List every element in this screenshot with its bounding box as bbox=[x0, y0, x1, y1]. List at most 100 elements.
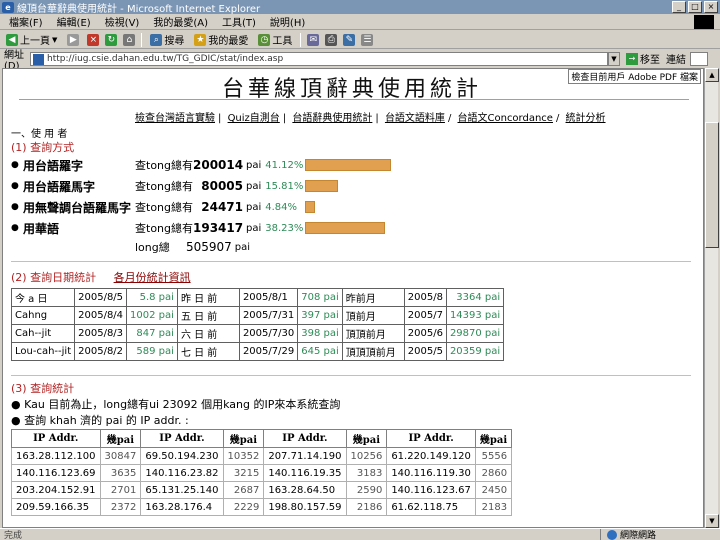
links-label[interactable]: 連結 bbox=[666, 51, 686, 66]
print-icon[interactable]: ⎙ bbox=[325, 33, 338, 46]
section-label: 一、使 用 者 bbox=[11, 129, 68, 140]
vertical-scrollbar[interactable]: ▲ ▼ bbox=[704, 68, 719, 528]
ip-table-cell: 2860 bbox=[474, 464, 513, 482]
address-dropdown-icon[interactable]: ▼ bbox=[608, 51, 620, 66]
usage-name: 用無聲調台語羅馬字 bbox=[23, 200, 132, 215]
bullet-icon: ● bbox=[11, 181, 19, 191]
discuss-icon[interactable]: ☰ bbox=[361, 33, 374, 46]
date-stats-cell: 3364 pai bbox=[445, 288, 505, 307]
forward-button[interactable]: ▶ bbox=[65, 33, 81, 46]
nav-link-5[interactable]: 台語文Concordance bbox=[458, 113, 553, 124]
nav-links: 檢查台灣語言實驗 | Quiz自測台 | 台語辭典使用統計 | 台語文語料庫 / 台語文… bbox=[135, 113, 606, 124]
date-stats-cell: 645 pai bbox=[297, 342, 343, 361]
address-input[interactable]: http://iug.csie.dahan.edu.tw/TG_GDIC/sta… bbox=[30, 51, 608, 66]
date-stats-cell: 2005/8/5 bbox=[74, 288, 128, 307]
query-summary-text: Kau 目前為止，long總有ui 23092 個用kang 的IP來本系統查詢 bbox=[24, 398, 341, 411]
usage-text: 查tong總有 bbox=[135, 201, 193, 214]
title-divider bbox=[19, 99, 689, 100]
nav-link-3[interactable]: 台語辭典使用統計 bbox=[292, 113, 372, 124]
monthly-stats-link[interactable]: 各月份統計資訊 bbox=[114, 271, 191, 284]
search-button[interactable]: ⌕ 搜尋 bbox=[148, 32, 186, 47]
favorites-label: 我的最愛 bbox=[208, 36, 249, 47]
maximize-button[interactable]: □ bbox=[688, 1, 702, 13]
menu-file[interactable]: 檔案(F) bbox=[4, 14, 48, 29]
ip-table-cell: 10352 bbox=[222, 447, 265, 465]
status-zone-text: 網際網路 bbox=[620, 531, 657, 540]
ip-table-cell: 61.62.118.75 bbox=[386, 498, 476, 516]
close-button[interactable]: × bbox=[704, 1, 718, 13]
ip-table-cell: 140.116.19.35 bbox=[263, 464, 347, 482]
date-stats-cell: 2005/5 bbox=[403, 342, 447, 361]
ip-table-header: 幾pai bbox=[474, 429, 513, 448]
query-top-ip-text: 查詢 khah 濟的 pai 的 IP addr. : bbox=[24, 414, 189, 427]
status-zone: 網際網路 bbox=[600, 528, 657, 540]
usage-count: 193417 bbox=[193, 221, 244, 235]
home-icon[interactable]: ⌂ bbox=[123, 33, 136, 46]
usage-name: 用華語 bbox=[23, 221, 60, 236]
date-stats-cell: 昨前月 bbox=[341, 288, 405, 307]
bullet-icon: ● bbox=[11, 223, 19, 233]
usage-row: ● 用台語羅馬字 查tong總有 80005 pai 15.81% bbox=[11, 176, 339, 196]
nav-link-6[interactable]: 統計分析 bbox=[566, 113, 606, 124]
ip-table-header: 幾pai bbox=[99, 429, 142, 448]
favorites-button[interactable]: ★ 我的最愛 bbox=[192, 32, 250, 47]
refresh-icon[interactable]: ↻ bbox=[105, 33, 118, 46]
date-stats-cell: 今 a 日 bbox=[10, 288, 76, 307]
address-url: http://iug.csie.dahan.edu.tw/TG_GDIC/sta… bbox=[47, 53, 284, 64]
tools-button[interactable]: ◷ 工具 bbox=[256, 32, 294, 47]
back-dropdown-icon[interactable]: ▼ bbox=[52, 36, 57, 44]
usage-detail: 查tong總有 193417 pai 38.23% bbox=[135, 220, 386, 236]
scroll-thumb[interactable] bbox=[705, 122, 719, 248]
tools-label: 工具 bbox=[272, 36, 293, 47]
go-button[interactable]: → 移至 bbox=[626, 51, 660, 66]
nav-link-2[interactable]: Quiz自測台 bbox=[228, 113, 280, 124]
ip-table-row: 140.116.123.69 3635 140.116.23.82 3215 140.1… bbox=[11, 464, 513, 482]
windows-logo-icon bbox=[694, 15, 714, 29]
total-count: 505907 bbox=[185, 240, 232, 254]
usage-bar bbox=[305, 159, 392, 171]
usage-text: 查tong總有 bbox=[135, 180, 193, 193]
usage-count: 24471 bbox=[201, 200, 243, 214]
ip-table-cell: 140.116.123.69 bbox=[11, 464, 101, 482]
usage-count: 80005 bbox=[201, 179, 243, 193]
ip-table-cell: 2229 bbox=[222, 498, 265, 516]
links-chevron[interactable] bbox=[690, 51, 708, 66]
ip-table-cell: 140.116.119.30 bbox=[386, 464, 476, 482]
scroll-up-icon[interactable]: ▲ bbox=[705, 68, 719, 82]
edit-icon[interactable]: ✎ bbox=[343, 33, 356, 46]
scroll-down-icon[interactable]: ▼ bbox=[705, 514, 719, 528]
section-divider bbox=[11, 375, 691, 376]
ip-table-cell: 2687 bbox=[222, 481, 265, 499]
bullet-icon: ● bbox=[11, 160, 19, 170]
star-icon: ★ bbox=[194, 33, 207, 46]
minimize-button[interactable]: _ bbox=[672, 1, 686, 13]
history-icon: ◷ bbox=[258, 33, 271, 46]
ip-table-cell: 3635 bbox=[99, 464, 142, 482]
date-stats-cell: 2005/7 bbox=[403, 306, 447, 325]
menu-favorites[interactable]: 我的最愛(A) bbox=[148, 14, 213, 29]
usage-row: ● 用華語 查tong總有 193417 pai 38.23% bbox=[11, 218, 386, 238]
menu-tools[interactable]: 工具(T) bbox=[217, 14, 261, 29]
nav-link-1[interactable]: 檢查台灣語言實驗 bbox=[135, 113, 215, 124]
ip-table-cell: 140.116.23.82 bbox=[140, 464, 224, 482]
heading-date-stats: (2) 查詢日期統計 各月份統計資訊 bbox=[11, 269, 191, 285]
query-top-ip: ● 查詢 khah 濟的 pai 的 IP addr. : bbox=[11, 412, 189, 428]
ip-table-row: 163.28.112.100 30847 69.50.194.230 10352 207… bbox=[11, 447, 513, 465]
usage-bar bbox=[305, 222, 386, 234]
usage-detail: 查tong總有 200014 pai 41.12% bbox=[135, 157, 392, 173]
date-stats-cell: 五 日 前 bbox=[176, 306, 240, 325]
menu-edit[interactable]: 編輯(E) bbox=[52, 14, 96, 29]
usage-bar bbox=[305, 201, 316, 213]
back-arrow-icon: ◀ bbox=[6, 33, 18, 46]
usage-bar bbox=[305, 180, 339, 192]
menu-view[interactable]: 檢視(V) bbox=[100, 14, 145, 29]
date-stats-cell: 昨 日 前 bbox=[176, 288, 240, 307]
mail-icon[interactable]: ✉ bbox=[307, 33, 320, 46]
menu-help[interactable]: 說明(H) bbox=[265, 14, 310, 29]
date-stats-cell: 20359 pai bbox=[445, 342, 505, 361]
stop-icon[interactable]: × bbox=[87, 33, 100, 46]
usage-text: 查tong總有 bbox=[135, 159, 193, 172]
usage-count: 200014 bbox=[193, 158, 244, 172]
heading-query-stats: (3) 查詢統計 bbox=[11, 382, 75, 395]
nav-link-4[interactable]: 台語文語料庫 bbox=[385, 113, 445, 124]
